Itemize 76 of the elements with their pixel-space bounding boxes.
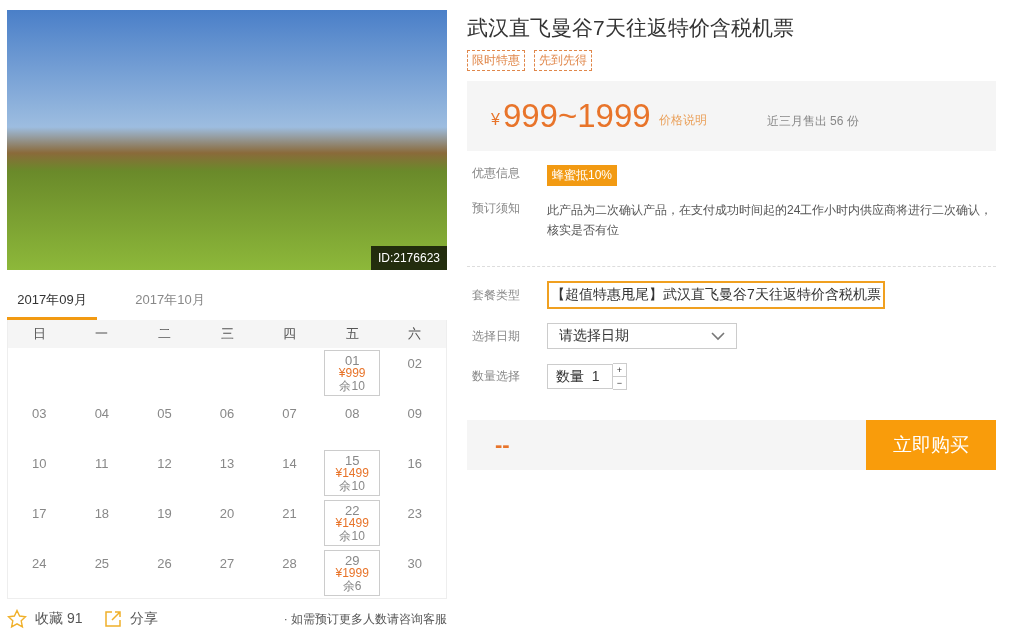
weekday-label: 日 bbox=[31, 325, 47, 343]
date-number: 08 bbox=[344, 406, 360, 421]
date-number: 22 bbox=[344, 504, 360, 517]
date-number: 07 bbox=[282, 406, 297, 421]
weekday-label: 三 bbox=[219, 325, 235, 343]
total-price: -- bbox=[495, 432, 510, 458]
increment-button[interactable]: + bbox=[613, 364, 626, 376]
date-number: 14 bbox=[282, 456, 297, 471]
weekday-label: 五 bbox=[344, 325, 360, 343]
field-label: 数量选择 bbox=[471, 368, 521, 385]
date-price: ¥999 bbox=[338, 367, 366, 380]
weekday-label: 二 bbox=[156, 325, 172, 343]
available-date[interactable]: 01 ¥999 余10 bbox=[324, 350, 381, 396]
product-title: 武汉直飞曼谷7天往返特价含税机票 bbox=[467, 15, 795, 41]
favorite-button[interactable]: 收藏 91 bbox=[7, 609, 83, 629]
date-number: 30 bbox=[407, 556, 422, 571]
date-number: 04 bbox=[94, 406, 110, 421]
date-number: 03 bbox=[32, 406, 47, 421]
available-date[interactable]: 29 ¥1999 余6 bbox=[324, 550, 381, 596]
package-option[interactable]: 【超值特惠甩尾】武汉直飞曼谷7天往返特价含税机票 bbox=[547, 281, 885, 309]
date-number: 23 bbox=[407, 506, 422, 521]
available-date[interactable]: 22 ¥1499 余10 bbox=[324, 500, 381, 546]
date-number: 06 bbox=[219, 406, 235, 421]
weekday-label: 四 bbox=[282, 325, 298, 343]
date-number: 16 bbox=[407, 456, 422, 471]
date-price: ¥1499 bbox=[335, 517, 369, 530]
date-price: ¥1499 bbox=[335, 467, 369, 480]
date-number: 28 bbox=[282, 556, 297, 571]
date-number: 01 bbox=[344, 354, 360, 367]
date-number: 18 bbox=[94, 506, 110, 521]
month-tab[interactable]: 2017年10月 bbox=[125, 288, 215, 320]
date-number: 02 bbox=[407, 356, 422, 371]
date-stock: 余10 bbox=[339, 480, 365, 493]
field-label: 预订须知 bbox=[471, 200, 521, 217]
currency-sign: ¥ bbox=[491, 111, 500, 129]
consult-note: · 如需预订更多人数请咨询客服 bbox=[283, 610, 447, 628]
available-date[interactable]: 15 ¥1499 余10 bbox=[324, 450, 381, 496]
promo-tag: 限时特惠 bbox=[467, 50, 525, 71]
date-number: 17 bbox=[32, 506, 47, 521]
date-number: 21 bbox=[282, 506, 297, 521]
chevron-down-icon bbox=[711, 331, 725, 341]
decrement-button[interactable]: − bbox=[613, 376, 626, 389]
date-number: 10 bbox=[32, 456, 47, 471]
date-number: 27 bbox=[219, 556, 235, 571]
field-label: 套餐类型 bbox=[471, 286, 521, 304]
star-icon bbox=[7, 609, 27, 629]
field-label: 选择日期 bbox=[471, 327, 521, 345]
date-number: 12 bbox=[157, 456, 172, 471]
date-number: 19 bbox=[157, 506, 172, 521]
booking-notice: 此产品为二次确认产品，在支付成功时间起的24工作小时内供应商将进行二次确认，核实是否有位 bbox=[547, 202, 994, 239]
date-number: 29 bbox=[344, 554, 360, 567]
date-number: 24 bbox=[32, 556, 47, 571]
weekday-label: 六 bbox=[407, 325, 423, 343]
sales-count: 近三月售出 56 份 bbox=[766, 112, 859, 130]
date-number: 11 bbox=[95, 456, 109, 471]
id-badge: ID:2176623 bbox=[370, 246, 447, 270]
date-number: 05 bbox=[157, 406, 172, 421]
weekday-label: 一 bbox=[94, 325, 110, 343]
field-label: 优惠信息 bbox=[471, 165, 521, 182]
share-icon bbox=[104, 610, 123, 628]
date-number: 26 bbox=[157, 556, 172, 571]
date-number: 13 bbox=[219, 456, 235, 471]
date-number: 09 bbox=[407, 406, 422, 421]
date-stock: 余10 bbox=[339, 380, 365, 393]
date-stock: 余6 bbox=[342, 580, 362, 593]
discount-badge: 蜂蜜抵10% bbox=[547, 165, 618, 186]
date-stock: 余10 bbox=[339, 530, 365, 543]
promo-tag: 先到先得 bbox=[534, 50, 592, 71]
date-number: 25 bbox=[94, 556, 110, 571]
date-dropdown[interactable]: 请选择日期 bbox=[547, 323, 737, 349]
date-number: 20 bbox=[219, 506, 235, 521]
date-price: ¥1999 bbox=[335, 567, 369, 580]
quantity-field[interactable]: 数量 1 bbox=[547, 364, 613, 389]
price-range: 999~1999 bbox=[502, 97, 651, 135]
share-button[interactable]: 分享 bbox=[104, 610, 159, 628]
date-number: 15 bbox=[344, 454, 360, 467]
